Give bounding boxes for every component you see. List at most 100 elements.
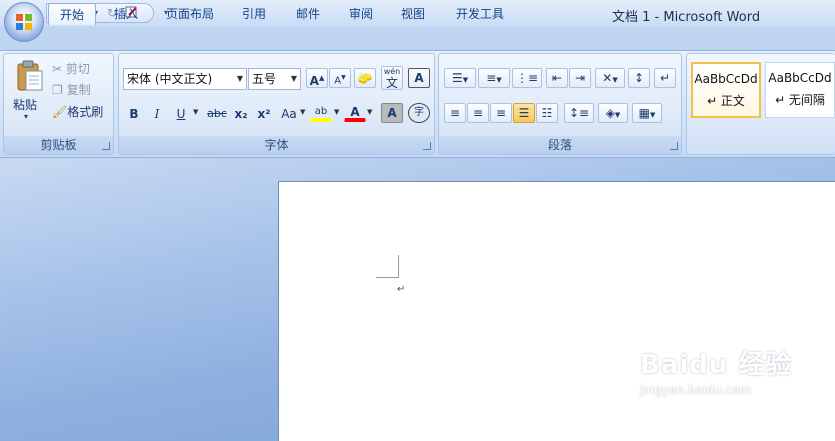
italic-button[interactable]: I: [147, 104, 167, 124]
window-title: 文档 1 - Microsoft Word: [612, 10, 761, 25]
font-launcher-icon[interactable]: [423, 142, 431, 150]
scissors-icon: ✂: [52, 62, 63, 76]
increase-indent-button[interactable]: ⇥: [569, 68, 591, 88]
font-name-combo[interactable]: 宋体 (中文正文) ▼: [123, 68, 247, 90]
enclose-characters-icon: 字: [414, 107, 424, 118]
enclose-characters-button[interactable]: 字: [408, 103, 430, 123]
highlight-icon: ab: [314, 106, 328, 117]
font-color-button[interactable]: A: [344, 102, 366, 122]
tab-references[interactable]: 引用: [236, 3, 272, 25]
distributed-icon: ☷: [541, 106, 553, 120]
copy-button[interactable]: ❐ 复制: [52, 81, 112, 99]
numbering-icon: ≡: [486, 71, 497, 85]
font-color-dropdown-icon[interactable]: ▼: [367, 108, 372, 116]
watermark-url: jingyan.baidu.com: [640, 383, 751, 397]
phonetic-char: 文: [385, 76, 398, 90]
grow-font-icon: A: [309, 74, 319, 88]
tab-mailings[interactable]: 邮件: [290, 3, 326, 25]
paste-dropdown-icon[interactable]: ▾: [24, 112, 28, 121]
line-spacing-button[interactable]: ↕≡: [564, 103, 594, 123]
phonetic-guide-button[interactable]: wén 文: [381, 66, 403, 90]
underline-dropdown-icon[interactable]: ▼: [193, 108, 198, 116]
paint-bucket-icon: ◈: [605, 106, 615, 120]
baidu-watermark: Baidu 经验 jingyan.baidu.com: [640, 344, 792, 397]
ribbon-tab-row: [0, 27, 835, 51]
paintbrush-icon: 🖌: [52, 105, 68, 119]
font-name-value: 宋体 (中文正文): [127, 72, 213, 86]
distributed-button[interactable]: ☷: [536, 103, 558, 123]
tab-home[interactable]: 开始: [48, 3, 96, 25]
font-size-combo[interactable]: 五号 ▼: [248, 68, 301, 90]
font-group-label: 字体: [119, 136, 434, 154]
align-right-button[interactable]: ≡: [490, 103, 512, 123]
cut-label: 剪切: [65, 62, 90, 76]
bullets-button[interactable]: ☰▼: [444, 68, 476, 88]
clipboard-group-label: 剪贴板: [4, 136, 113, 154]
shrink-font-button[interactable]: A▼: [329, 68, 351, 88]
borders-icon: ▦: [638, 106, 650, 120]
clear-format-button[interactable]: 🧽: [354, 68, 376, 88]
style-normal[interactable]: AaBbCcDd ↵ 正文: [691, 62, 761, 118]
align-left-button[interactable]: ≡: [444, 103, 466, 123]
decrease-indent-icon: ⇤: [551, 71, 563, 85]
phonetic-label: wén: [383, 67, 401, 76]
line-spacing-icon: ↕≡: [568, 106, 590, 120]
clipboard-launcher-icon[interactable]: [102, 142, 110, 150]
sort-icon: ↕: [633, 71, 645, 85]
format-painter-button[interactable]: 🖌格式刷: [52, 103, 114, 121]
tab-developer[interactable]: 开发工具: [450, 3, 510, 25]
chinese-layout-icon: ✕: [602, 71, 613, 85]
paragraph-group-label: 段落: [439, 136, 681, 154]
cut-button[interactable]: ✂ 剪切: [52, 60, 112, 78]
increase-indent-icon: ⇥: [574, 71, 586, 85]
tab-view[interactable]: 视图: [395, 3, 431, 25]
character-shading-button[interactable]: A: [381, 103, 403, 123]
grow-font-button[interactable]: A▲: [306, 68, 328, 88]
style-no-spacing[interactable]: AaBbCcDd ↵ 无间隔: [765, 62, 835, 118]
borders-button[interactable]: ▦▼: [632, 103, 662, 123]
align-center-button[interactable]: ≡: [467, 103, 489, 123]
paste-button[interactable]: 粘贴: [13, 96, 37, 113]
align-left-icon: ≡: [449, 106, 461, 120]
document-page[interactable]: ↵: [278, 181, 835, 441]
show-marks-button[interactable]: ↵: [654, 68, 676, 88]
office-button[interactable]: [4, 2, 44, 42]
copy-icon: ❐: [52, 83, 63, 97]
margin-corner-mark: [376, 255, 399, 278]
highlight-button[interactable]: ab: [310, 102, 332, 122]
decrease-indent-button[interactable]: ⇤: [546, 68, 568, 88]
justify-button[interactable]: ☰: [513, 103, 535, 123]
chinese-layout-button[interactable]: ✕▼: [595, 68, 625, 88]
strikethrough-button[interactable]: abc: [205, 104, 229, 124]
align-right-icon: ≡: [495, 106, 507, 120]
clear-format-icon: 🧽: [357, 71, 373, 85]
tab-page-layout[interactable]: 页面布局: [160, 3, 220, 25]
character-shading-icon: A: [387, 106, 397, 120]
tab-review[interactable]: 审阅: [343, 3, 379, 25]
numbering-button[interactable]: ≡▼: [478, 68, 510, 88]
multilevel-list-button[interactable]: ⋮≡: [512, 68, 542, 88]
paragraph-mark: ↵: [397, 284, 406, 295]
superscript-button[interactable]: x²: [254, 104, 274, 124]
change-case-dropdown-icon[interactable]: ▼: [300, 108, 305, 116]
style-name: ↵ 正文: [707, 94, 745, 108]
change-case-button[interactable]: Aa: [278, 104, 300, 124]
underline-button[interactable]: U: [171, 104, 191, 124]
style-sample: AaBbCcDd: [768, 71, 832, 85]
subscript-button[interactable]: x₂: [231, 104, 251, 124]
chevron-down-icon: ▼: [290, 74, 297, 83]
align-center-icon: ≡: [472, 106, 484, 120]
multilevel-list-icon: ⋮≡: [515, 71, 539, 85]
paste-icon[interactable]: [15, 60, 45, 92]
bold-button[interactable]: B: [124, 104, 144, 124]
chevron-down-icon: ▼: [236, 74, 243, 83]
shading-button[interactable]: ◈▼: [598, 103, 628, 123]
tab-insert[interactable]: 插入: [108, 3, 144, 25]
font-color-icon: A: [350, 105, 360, 119]
paragraph-launcher-icon[interactable]: [670, 142, 678, 150]
character-border-button[interactable]: A: [408, 68, 430, 88]
highlight-dropdown-icon[interactable]: ▼: [334, 108, 339, 116]
justify-icon: ☰: [518, 106, 530, 120]
sort-button[interactable]: ↕: [628, 68, 650, 88]
watermark-brand: Baidu 经验: [640, 350, 793, 380]
